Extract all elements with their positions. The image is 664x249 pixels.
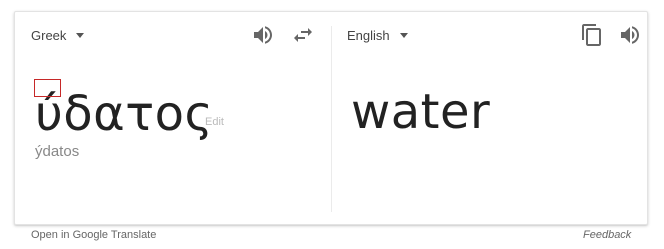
open-in-translate-link[interactable]: Open in Google Translate — [31, 229, 156, 241]
translated-text: water — [351, 84, 491, 140]
source-text[interactable]: ύδατος — [35, 84, 213, 144]
transliteration: ýdatos — [35, 143, 80, 160]
speaker-icon — [254, 26, 272, 44]
source-pane: Greek ύδατος Edit ýdatos — [15, 12, 331, 224]
swap-languages-icon — [294, 28, 312, 42]
target-language-label: English — [347, 27, 390, 43]
target-language-select[interactable]: English — [347, 25, 408, 45]
copy-icon — [582, 24, 601, 46]
feedback-link[interactable]: Feedback — [583, 229, 631, 241]
swap-languages-button[interactable] — [291, 23, 315, 47]
source-language-select[interactable]: Greek — [31, 25, 85, 45]
source-speaker-button[interactable] — [251, 23, 275, 47]
edit-link[interactable]: Edit — [205, 116, 224, 128]
target-pane: English water — [332, 12, 647, 224]
chevron-down-icon — [76, 33, 85, 38]
copy-translation-button[interactable] — [580, 23, 604, 47]
chevron-down-icon — [399, 33, 408, 38]
accent-highlight-box — [34, 79, 61, 97]
speaker-icon — [621, 26, 639, 44]
target-speaker-button[interactable] — [618, 23, 642, 47]
source-language-label: Greek — [31, 27, 67, 43]
translate-card: Greek ύδατος Edit ýdatos English water — [14, 11, 648, 225]
